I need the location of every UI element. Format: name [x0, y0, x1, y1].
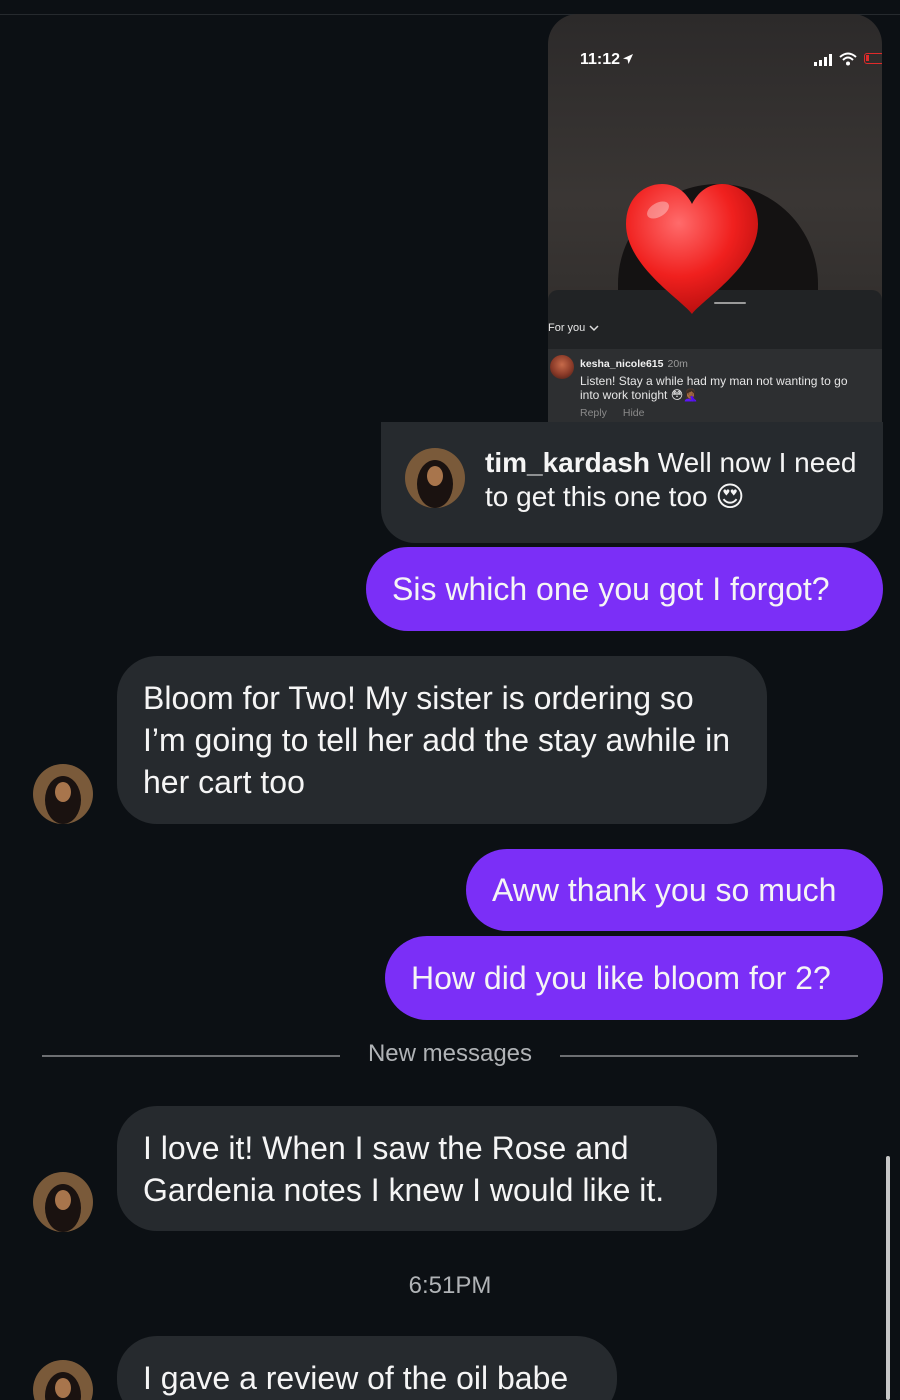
avatar — [405, 448, 465, 508]
message-text: Bloom for Two! My sister is ordering so … — [143, 680, 730, 800]
comment: kesha_nicole615 20m Listen! Stay a while … — [548, 349, 882, 426]
comment-avatar — [550, 355, 574, 379]
message-text: Sis which one you got I forgot? — [392, 571, 830, 607]
message-text: How did you like bloom for 2? — [411, 960, 831, 996]
comment-username: kesha_nicole615 — [580, 358, 664, 370]
message-bubble-incoming[interactable]: Bloom for Two! My sister is ordering so … — [117, 656, 767, 824]
message-bubble-incoming[interactable]: I gave a review of the oil babe — [117, 1336, 617, 1400]
story-reply-card: tim_kardash Well now I need to get this … — [381, 422, 883, 543]
signal-icon — [814, 54, 832, 66]
for-you-dropdown[interactable]: For you — [548, 322, 599, 334]
scrollbar[interactable] — [886, 1156, 890, 1400]
avatar[interactable] — [33, 764, 93, 824]
reply-card-text: tim_kardash Well now I need to get this … — [485, 446, 865, 514]
new-messages-divider-right — [560, 1055, 858, 1057]
reply-card-username: tim_kardash — [485, 447, 650, 478]
message-bubble-outgoing[interactable]: How did you like bloom for 2? — [385, 936, 883, 1020]
comment-hide-link[interactable]: Hide — [623, 407, 645, 419]
message-bubble-incoming[interactable]: I love it! When I saw the Rose and Garde… — [117, 1106, 717, 1231]
chevron-down-icon — [589, 325, 599, 332]
comment-header: kesha_nicole615 20m — [580, 358, 688, 370]
message-text: I gave a review of the oil babe — [143, 1360, 569, 1396]
message-bubble-outgoing[interactable]: Aww thank you so much — [466, 849, 883, 931]
comment-text: Listen! Stay a while had my man not want… — [580, 374, 848, 402]
comment-reply-link[interactable]: Reply — [580, 407, 607, 419]
message-timestamp: 6:51PM — [408, 1272, 492, 1299]
comment-time: 20m — [667, 358, 688, 370]
battery-icon — [864, 53, 882, 64]
location-arrow-icon — [623, 54, 633, 64]
message-bubble-outgoing[interactable]: Sis which one you got I forgot? — [366, 547, 883, 631]
wifi-icon — [839, 52, 857, 66]
story-status-bar: 11:12 — [548, 14, 882, 74]
for-you-label: For you — [548, 322, 586, 334]
message-text: Aww thank you so much — [492, 872, 837, 908]
avatar[interactable] — [33, 1360, 93, 1400]
new-messages-divider-left — [42, 1055, 340, 1057]
heart-reaction-icon — [626, 184, 758, 314]
avatar[interactable] — [33, 1172, 93, 1232]
message-text: I love it! When I saw the Rose and Garde… — [143, 1129, 665, 1208]
story-status-time: 11:12 — [580, 51, 621, 68]
new-messages-label: New messages — [367, 1040, 533, 1067]
comment-actions: Reply Hide — [580, 407, 644, 419]
